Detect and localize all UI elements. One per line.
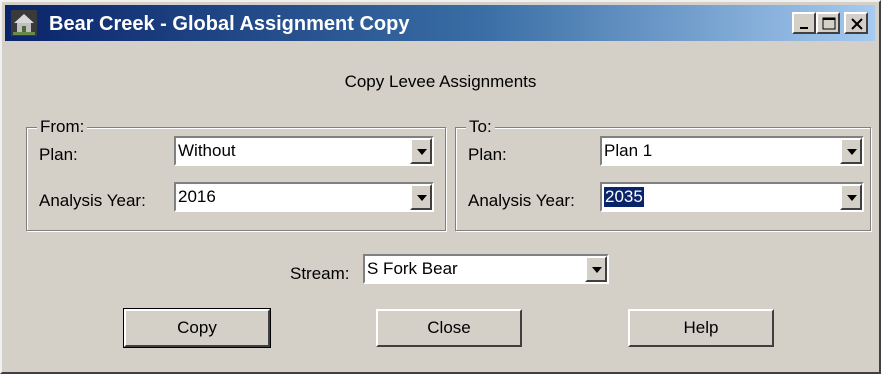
to-plan-select[interactable]: Plan 1 <box>600 136 864 166</box>
close-icon <box>851 18 863 30</box>
window-title: Bear Creek - Global Assignment Copy <box>49 13 410 35</box>
from-year-label: Analysis Year: <box>39 191 146 210</box>
chevron-down-icon <box>592 267 602 273</box>
to-year-value: 2035 <box>604 187 644 207</box>
to-year-dropdown-button[interactable] <box>840 184 862 210</box>
to-plan-label: Plan: <box>468 145 507 164</box>
help-button[interactable]: Help <box>628 309 774 347</box>
to-plan-value: Plan 1 <box>604 141 653 160</box>
chevron-down-icon <box>417 195 427 201</box>
from-plan-label: Plan: <box>39 145 78 164</box>
stream-dropdown-button[interactable] <box>585 256 607 282</box>
from-legend: From: <box>37 117 88 137</box>
to-legend: To: <box>466 117 495 137</box>
dialog-window: Bear Creek - Global Assignment Copy Copy… <box>0 0 881 374</box>
minimize-icon <box>800 27 808 29</box>
to-year-select[interactable]: 2035 <box>600 182 864 212</box>
copy-button[interactable]: Copy <box>123 308 271 348</box>
to-year-label: Analysis Year: <box>468 191 575 210</box>
from-year-select[interactable]: 2016 <box>174 182 434 212</box>
from-plan-select[interactable]: Without <box>174 136 434 166</box>
maximize-button[interactable] <box>816 12 840 34</box>
from-plan-dropdown-button[interactable] <box>410 138 432 164</box>
from-plan-value: Without <box>178 141 236 160</box>
from-year-value: 2016 <box>178 187 216 206</box>
close-dialog-button[interactable]: Close <box>376 309 522 347</box>
title-bar[interactable]: Bear Creek - Global Assignment Copy <box>5 5 875 41</box>
minimize-button[interactable] <box>792 12 816 34</box>
stream-value: S Fork Bear <box>367 259 458 278</box>
chevron-down-icon <box>847 149 857 155</box>
stream-select[interactable]: S Fork Bear <box>363 254 609 284</box>
from-year-dropdown-button[interactable] <box>410 184 432 210</box>
house-icon <box>11 10 37 36</box>
dialog-heading: Copy Levee Assignments <box>344 72 537 91</box>
to-plan-dropdown-button[interactable] <box>840 138 862 164</box>
chevron-down-icon <box>417 149 427 155</box>
chevron-down-icon <box>847 195 857 201</box>
stream-label: Stream: <box>290 264 350 283</box>
close-button[interactable] <box>844 12 868 34</box>
maximize-icon <box>822 17 836 30</box>
